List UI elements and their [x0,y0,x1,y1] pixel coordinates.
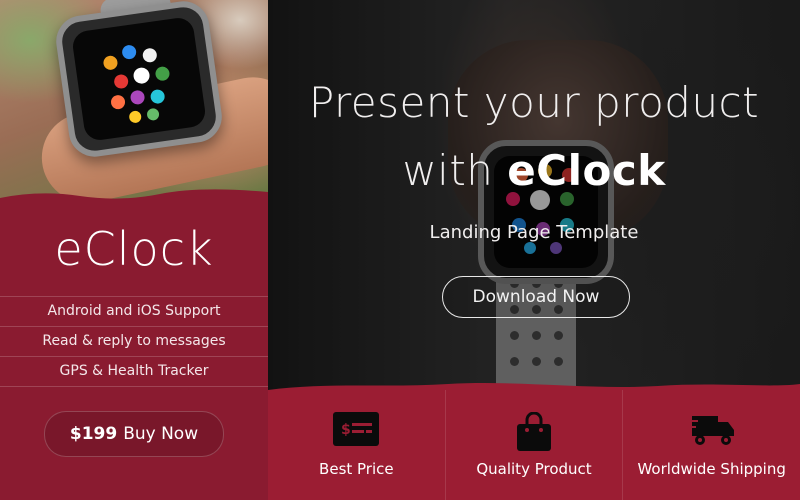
feature-item: GPS & Health Tracker [0,356,268,387]
watch-image [52,0,226,161]
hero-title-prefix: with [402,146,508,195]
watch-on-wrist-photo [0,0,268,215]
sidebar-brand-title: eClock [54,222,214,276]
sidebar-wave-divider [0,189,268,226]
shopping-bag-icon [517,412,551,451]
hero-title-line1: Present your product [308,78,760,127]
credit-card-icon: $ [333,412,380,446]
watch-screen [70,16,208,142]
benefit-worldwide-shipping: Worldwide Shipping [622,390,800,500]
hero-title-line2: with eClock [268,146,800,195]
benefit-best-price: $ Best Price [268,390,445,500]
feature-item: Read & reply to messages [0,326,268,356]
benefits-bar: $ Best Price Quality Product Worldwide S… [268,378,800,500]
svg-text:$: $ [341,422,351,438]
hero-subtitle: Landing Page Template [429,222,639,243]
hero-title-brand: eClock [507,146,666,195]
price-label: $199 [69,424,118,444]
feature-list: Android and iOS Support Read & reply to … [0,296,268,387]
sidebar-panel: eClock Android and iOS Support Read & re… [0,0,268,500]
shipping-truck-icon [687,416,734,445]
benefit-label: Quality Product [476,460,592,478]
buy-now-label: Buy Now [123,424,199,444]
feature-item: Android and iOS Support [0,296,268,326]
download-now-button[interactable]: Download Now [442,276,630,318]
benefit-label: Best Price [319,460,394,478]
benefit-quality-product: Quality Product [444,390,623,500]
benefit-label: Worldwide Shipping [637,460,786,478]
buy-now-button[interactable]: $199 Buy Now [44,411,224,457]
